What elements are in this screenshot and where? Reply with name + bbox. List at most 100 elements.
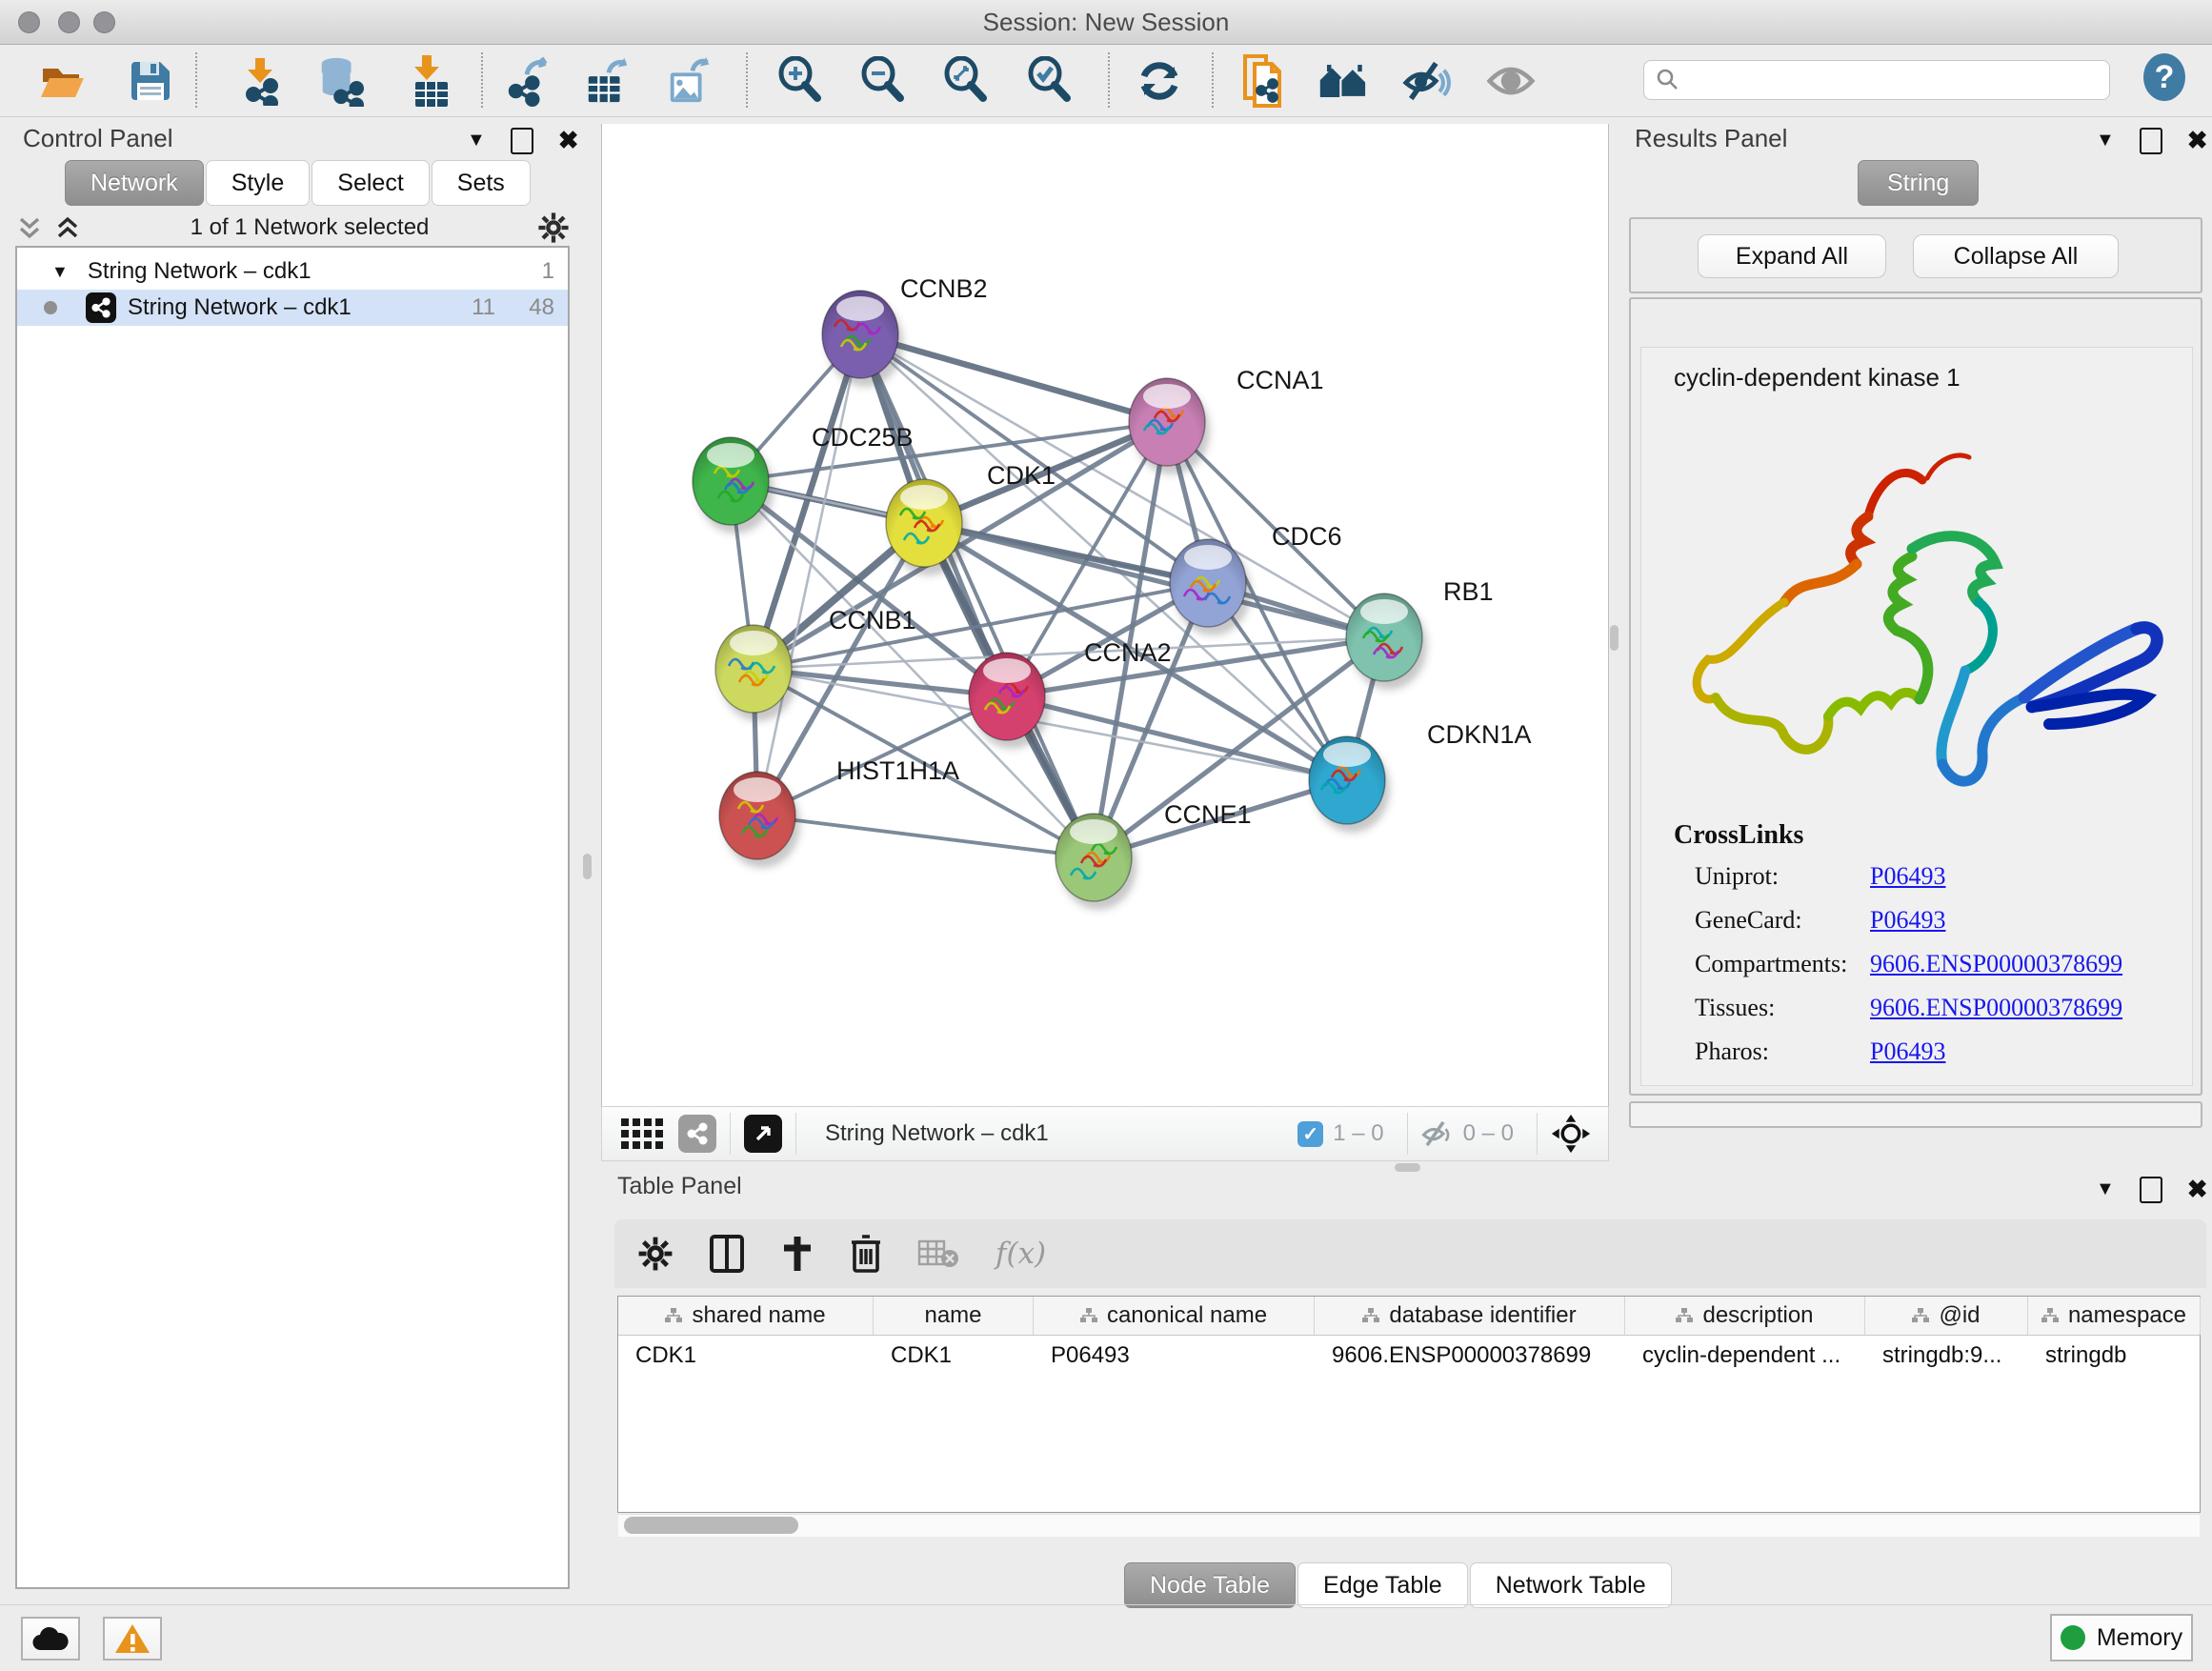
crosslink-link[interactable]: 9606.ENSP00000378699	[1870, 994, 2122, 1022]
table-row[interactable]: CDK1CDK1P064939606.ENSP00000378699cyclin…	[618, 1336, 2200, 1376]
refresh-view-icon[interactable]	[1135, 56, 1184, 106]
fit-content-icon[interactable]	[941, 56, 991, 106]
column-header-canonical-name[interactable]: canonical name	[1034, 1297, 1315, 1335]
search-field[interactable]	[1643, 60, 2110, 100]
column-header-namespace[interactable]: namespace	[2028, 1297, 2201, 1335]
create-column-icon[interactable]	[780, 1235, 814, 1273]
zoom-out-icon[interactable]	[858, 56, 908, 106]
float-panel-icon[interactable]	[2140, 128, 2162, 154]
save-session-icon[interactable]	[126, 56, 175, 106]
table-cell[interactable]: CDK1	[618, 1336, 874, 1376]
tree-expand-icon[interactable]: ▼	[51, 262, 69, 282]
grid-mode-icon[interactable]	[621, 1118, 663, 1149]
export-table-icon[interactable]	[583, 56, 633, 106]
cloud-status-button[interactable]	[21, 1617, 80, 1661]
column-header--id[interactable]: @id	[1865, 1297, 2028, 1335]
network-options-gear-icon[interactable]	[537, 211, 570, 244]
table-cell[interactable]: stringdb	[2028, 1336, 2201, 1376]
network-collection-row[interactable]: ▼ String Network – cdk1 1	[17, 253, 568, 290]
network-node-CDKN1A[interactable]: CDKN1A	[1309, 720, 1532, 833]
export-image-icon[interactable]	[665, 56, 714, 106]
network-canvas[interactable]: CCNB2CCNA1CDC25BCDK1CDC6RB1CCNB1CCNA2CDK…	[601, 124, 1609, 1106]
crosslink-link[interactable]: P06493	[1870, 906, 1945, 935]
network-edge[interactable]	[757, 815, 1094, 857]
delete-column-icon[interactable]	[851, 1235, 881, 1273]
collapse-all-tree-icon[interactable]	[15, 213, 44, 242]
network-node-CCNE1[interactable]: CCNE1	[1056, 800, 1252, 910]
panel-menu-icon[interactable]: ▼	[2096, 1178, 2115, 1200]
open-session-icon[interactable]	[38, 56, 88, 106]
network-edge[interactable]	[757, 334, 860, 815]
column-header-name[interactable]: name	[874, 1297, 1034, 1335]
import-table-file-icon[interactable]	[404, 56, 453, 106]
network-node-CCNA1[interactable]: CCNA1	[1129, 366, 1324, 474]
node-table[interactable]: shared namenamecanonical namedatabase id…	[617, 1296, 2201, 1513]
network-node-CCNA2[interactable]: CCNA2	[969, 638, 1172, 749]
clone-network-icon[interactable]	[1237, 56, 1286, 106]
close-panel-icon[interactable]: ✖	[558, 126, 579, 155]
network-row-selected[interactable]: String Network – cdk1 11 48	[17, 290, 568, 326]
network-node-RB1[interactable]: RB1	[1346, 577, 1494, 690]
network-graph[interactable]: CCNB2CCNA1CDC25BCDK1CDC6RB1CCNB1CCNA2CDK…	[602, 124, 1608, 1104]
apply-function-icon[interactable]: f(x)	[995, 1237, 1046, 1271]
expand-all-button[interactable]: Expand All	[1698, 234, 1886, 278]
memory-button[interactable]: Memory	[2050, 1614, 2193, 1661]
table-cell[interactable]: 9606.ENSP00000378699	[1315, 1336, 1625, 1376]
export-network-icon[interactable]	[503, 56, 553, 106]
network-node-HIST1H1A[interactable]: HIST1H1A	[719, 756, 959, 868]
collapse-all-button[interactable]: Collapse All	[1913, 234, 2119, 278]
window-zoom-button[interactable]	[93, 11, 115, 33]
tab-select[interactable]: Select	[312, 160, 429, 206]
panel-menu-icon[interactable]: ▼	[2096, 130, 2115, 151]
tab-style[interactable]: Style	[206, 160, 311, 206]
table-cell[interactable]: CDK1	[874, 1336, 1034, 1376]
show-columns-icon[interactable]	[710, 1235, 744, 1273]
tab-network[interactable]: Network	[65, 160, 204, 206]
right-splitter-handle[interactable]	[1610, 625, 1619, 651]
delete-table-icon[interactable]	[917, 1238, 959, 1270]
crosslink-link[interactable]: 9606.ENSP00000378699	[1870, 950, 2122, 978]
detach-view-icon[interactable]	[744, 1115, 782, 1153]
selected-count-icon[interactable]: ✓	[1297, 1121, 1323, 1147]
zoom-in-icon[interactable]	[775, 56, 825, 106]
close-panel-icon[interactable]: ✖	[2187, 1175, 2208, 1204]
float-panel-icon[interactable]	[511, 128, 533, 154]
tab-edge-table[interactable]: Edge Table	[1297, 1562, 1468, 1608]
tab-sets[interactable]: Sets	[432, 160, 531, 206]
table-hscrollbar[interactable]	[618, 1514, 2200, 1537]
hide-selected-icon[interactable]	[1402, 56, 1452, 106]
import-network-file-icon[interactable]	[236, 56, 286, 106]
column-header-description[interactable]: description	[1625, 1297, 1865, 1335]
float-panel-icon[interactable]	[2140, 1177, 2162, 1203]
birdseye-icon[interactable]	[1551, 1114, 1591, 1154]
warnings-button[interactable]	[103, 1617, 162, 1661]
first-neighbors-icon[interactable]	[1318, 56, 1368, 106]
panel-menu-icon[interactable]: ▼	[467, 130, 486, 151]
window-minimize-button[interactable]	[58, 11, 80, 33]
table-options-gear-icon[interactable]	[637, 1236, 674, 1272]
column-header-shared-name[interactable]: shared name	[618, 1297, 874, 1335]
zoom-selected-icon[interactable]	[1025, 56, 1075, 106]
table-cell[interactable]: stringdb:9...	[1865, 1336, 2028, 1376]
left-splitter-handle[interactable]	[583, 854, 592, 879]
network-edge[interactable]	[860, 334, 1167, 422]
expand-all-tree-icon[interactable]	[53, 213, 82, 242]
table-hscrollbar-thumb[interactable]	[624, 1517, 798, 1534]
network-mode-icon[interactable]	[678, 1115, 716, 1153]
crosslink-link[interactable]: P06493	[1870, 862, 1945, 891]
window-close-button[interactable]	[18, 11, 40, 33]
table-cell[interactable]: P06493	[1034, 1336, 1315, 1376]
import-network-database-icon[interactable]	[314, 56, 364, 106]
table-cell[interactable]: cyclin-dependent ...	[1625, 1336, 1865, 1376]
close-panel-icon[interactable]: ✖	[2187, 126, 2208, 155]
crosslink-link[interactable]: P06493	[1870, 1037, 1945, 1066]
results-tab-string[interactable]: String	[1858, 160, 1979, 206]
search-input[interactable]	[1688, 66, 2109, 94]
help-icon[interactable]: ?	[2140, 52, 2189, 102]
network-node-CCNB2[interactable]: CCNB2	[822, 274, 988, 387]
show-all-icon[interactable]	[1486, 56, 1536, 106]
tab-network-table[interactable]: Network Table	[1470, 1562, 1672, 1608]
column-header-database-identifier[interactable]: database identifier	[1315, 1297, 1625, 1335]
tab-node-table[interactable]: Node Table	[1124, 1562, 1296, 1608]
bottom-splitter-handle[interactable]	[1395, 1163, 1420, 1172]
